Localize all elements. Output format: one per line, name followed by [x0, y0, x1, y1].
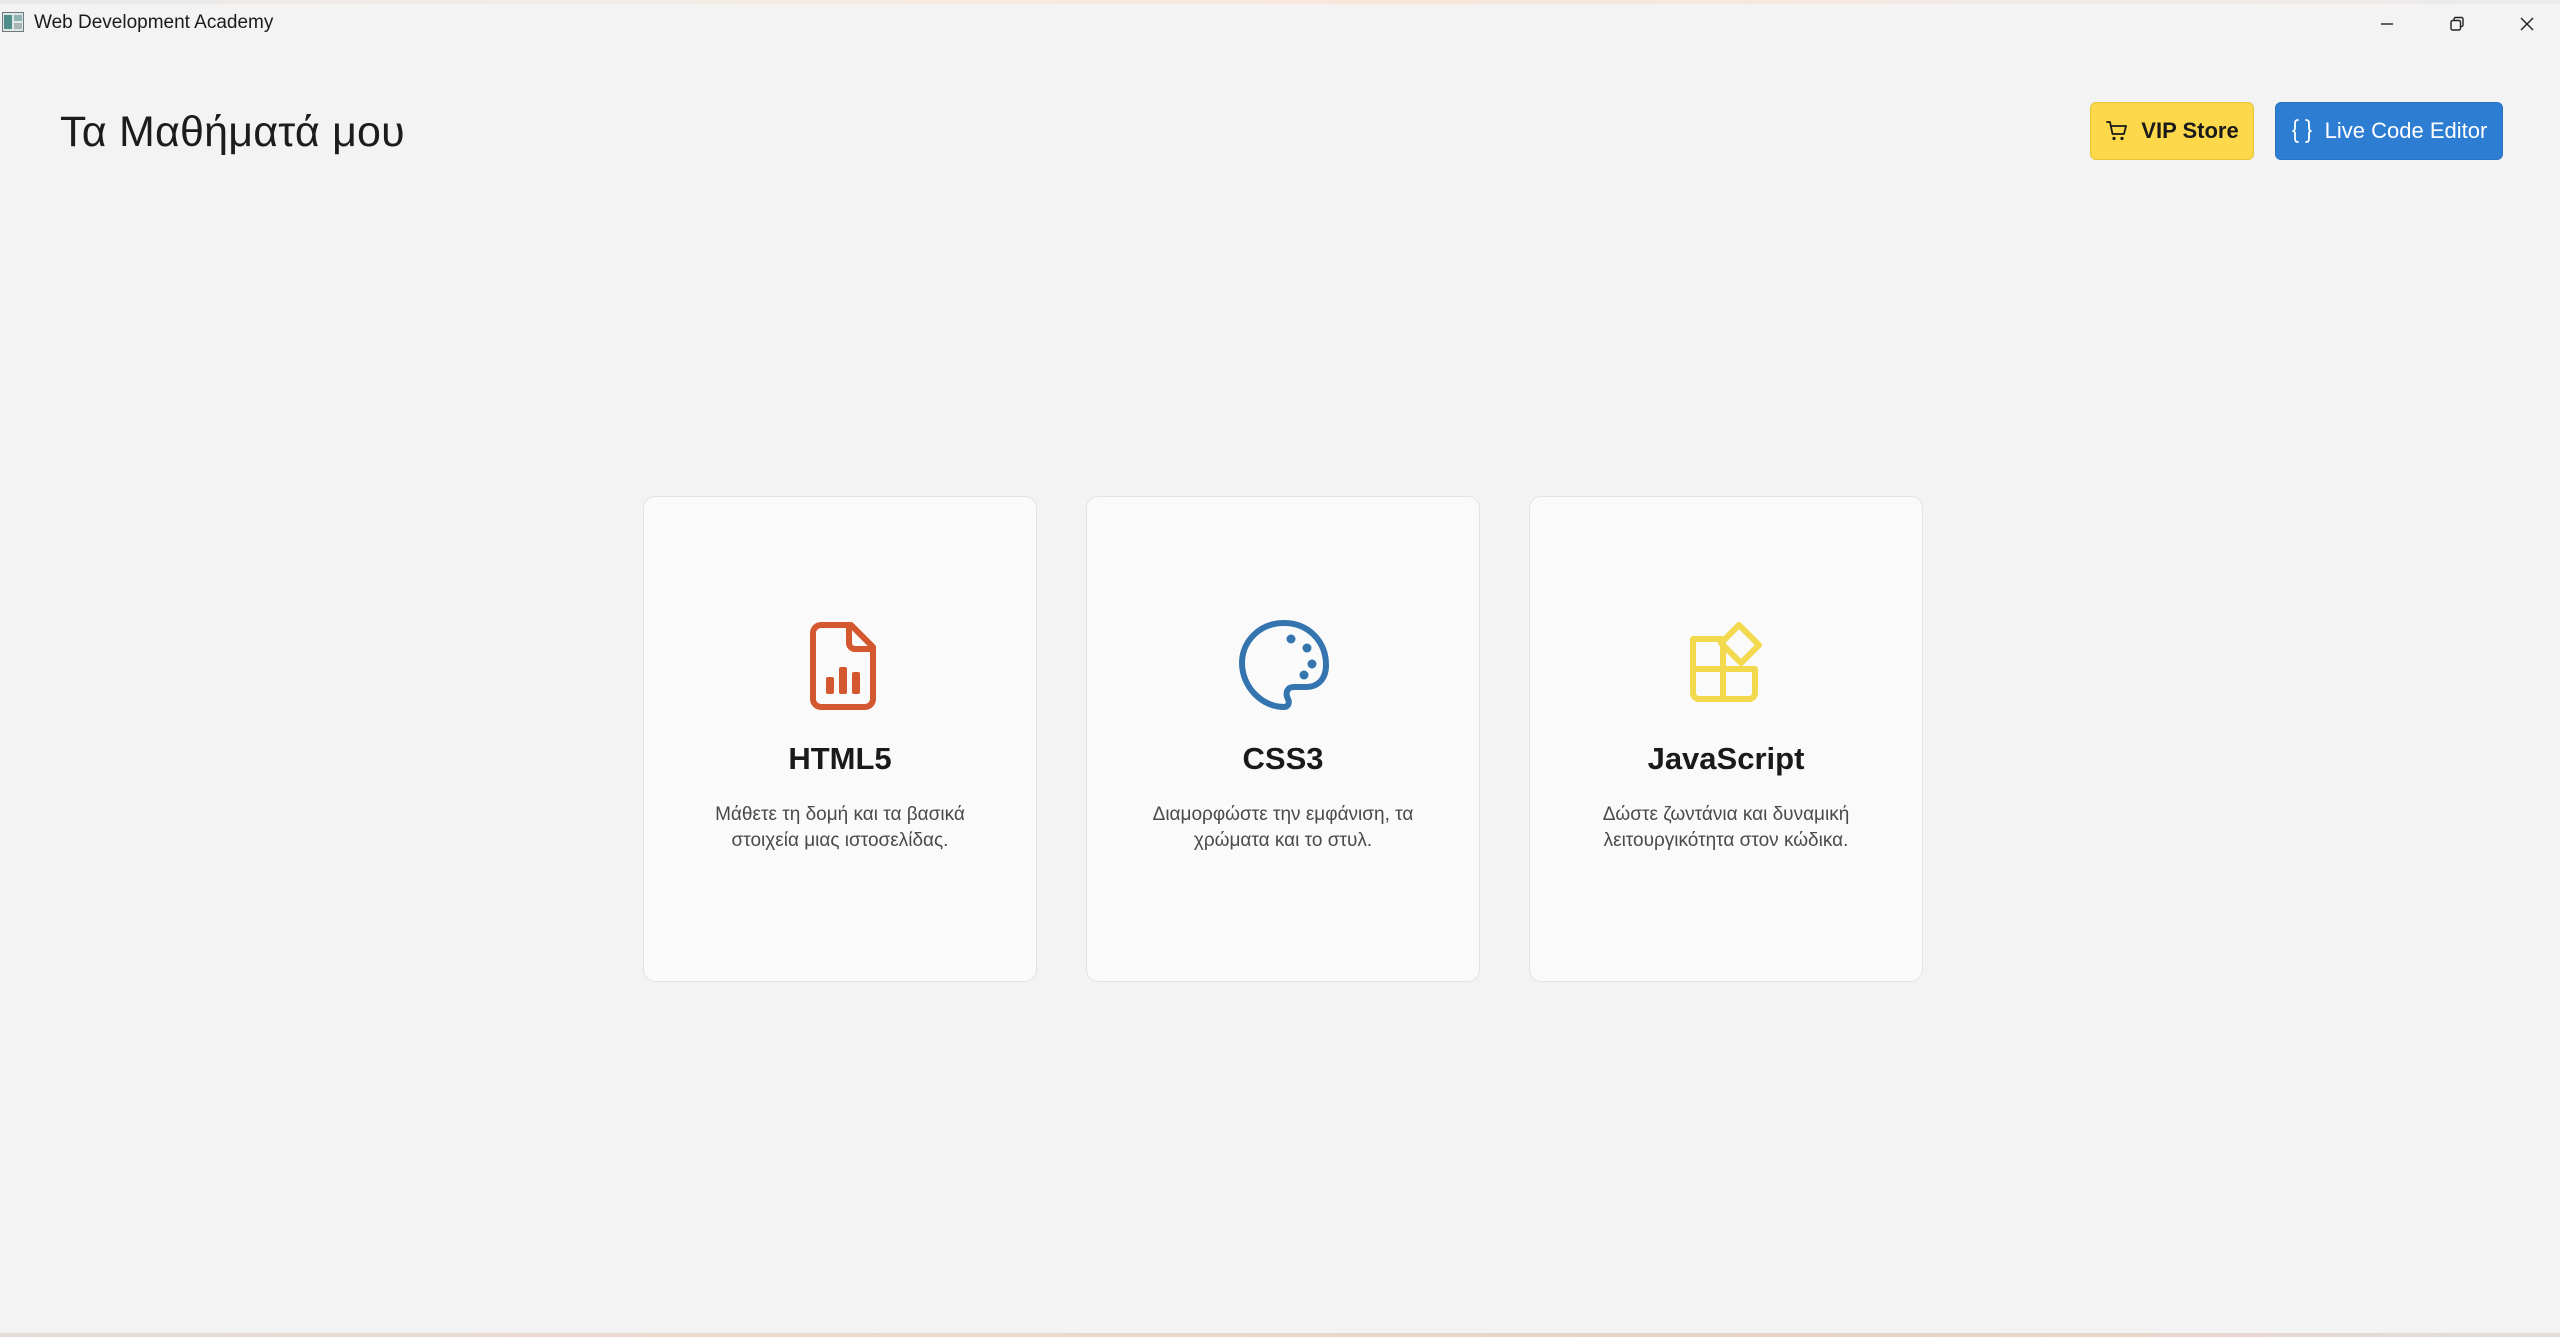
apps-add-icon [1690, 622, 1762, 702]
minimize-button[interactable] [2352, 4, 2422, 44]
page-title: Τα Μαθήματά μου [60, 108, 405, 156]
braces-icon [2292, 119, 2312, 143]
app-icon [2, 12, 24, 32]
vip-store-button[interactable]: VIP Store [2090, 102, 2254, 160]
palette-icon [1239, 620, 1329, 710]
live-code-editor-label: Live Code Editor [2324, 118, 2488, 143]
title-bar[interactable]: Web Development Academy [0, 4, 2560, 44]
app-window: Web Development Academy Τα Μαθήματά μου [0, 0, 2560, 1337]
close-icon [2520, 17, 2534, 31]
course-cards: HTML5 Μάθετε τη δομή και τα βασικά στοιχ… [643, 496, 1925, 982]
document-chart-icon [810, 622, 876, 710]
course-description: Διαμορφώστε την εμφάνιση, τα χρώματα και… [1152, 804, 1414, 851]
minimize-icon [2381, 23, 2393, 25]
restore-icon [2450, 16, 2464, 31]
course-title: HTML5 [788, 741, 892, 776]
course-title: JavaScript [1647, 741, 1805, 776]
course-card-css3[interactable]: CSS3 Διαμορφώστε την εμφάνιση, τα χρώματ… [1086, 496, 1480, 982]
window-title: Web Development Academy [34, 12, 274, 33]
close-button[interactable] [2492, 4, 2560, 44]
course-description: Μάθετε τη δομή και τα βασικά στοιχεία μι… [715, 804, 965, 851]
cart-icon [2106, 121, 2128, 141]
course-title: CSS3 [1242, 741, 1324, 776]
course-card-html5[interactable]: HTML5 Μάθετε τη δομή και τα βασικά στοιχ… [643, 496, 1037, 982]
live-code-editor-button[interactable]: Live Code Editor [2275, 102, 2503, 160]
course-card-javascript[interactable]: JavaScript Δώστε ζωντάνια και δυναμική λ… [1529, 496, 1923, 982]
window-bottom-border [0, 1333, 2560, 1337]
vip-store-label: VIP Store [2141, 118, 2239, 143]
restore-button[interactable] [2422, 4, 2492, 44]
course-description: Δώστε ζωντάνια και δυναμική λειτουργικότ… [1602, 804, 1850, 851]
